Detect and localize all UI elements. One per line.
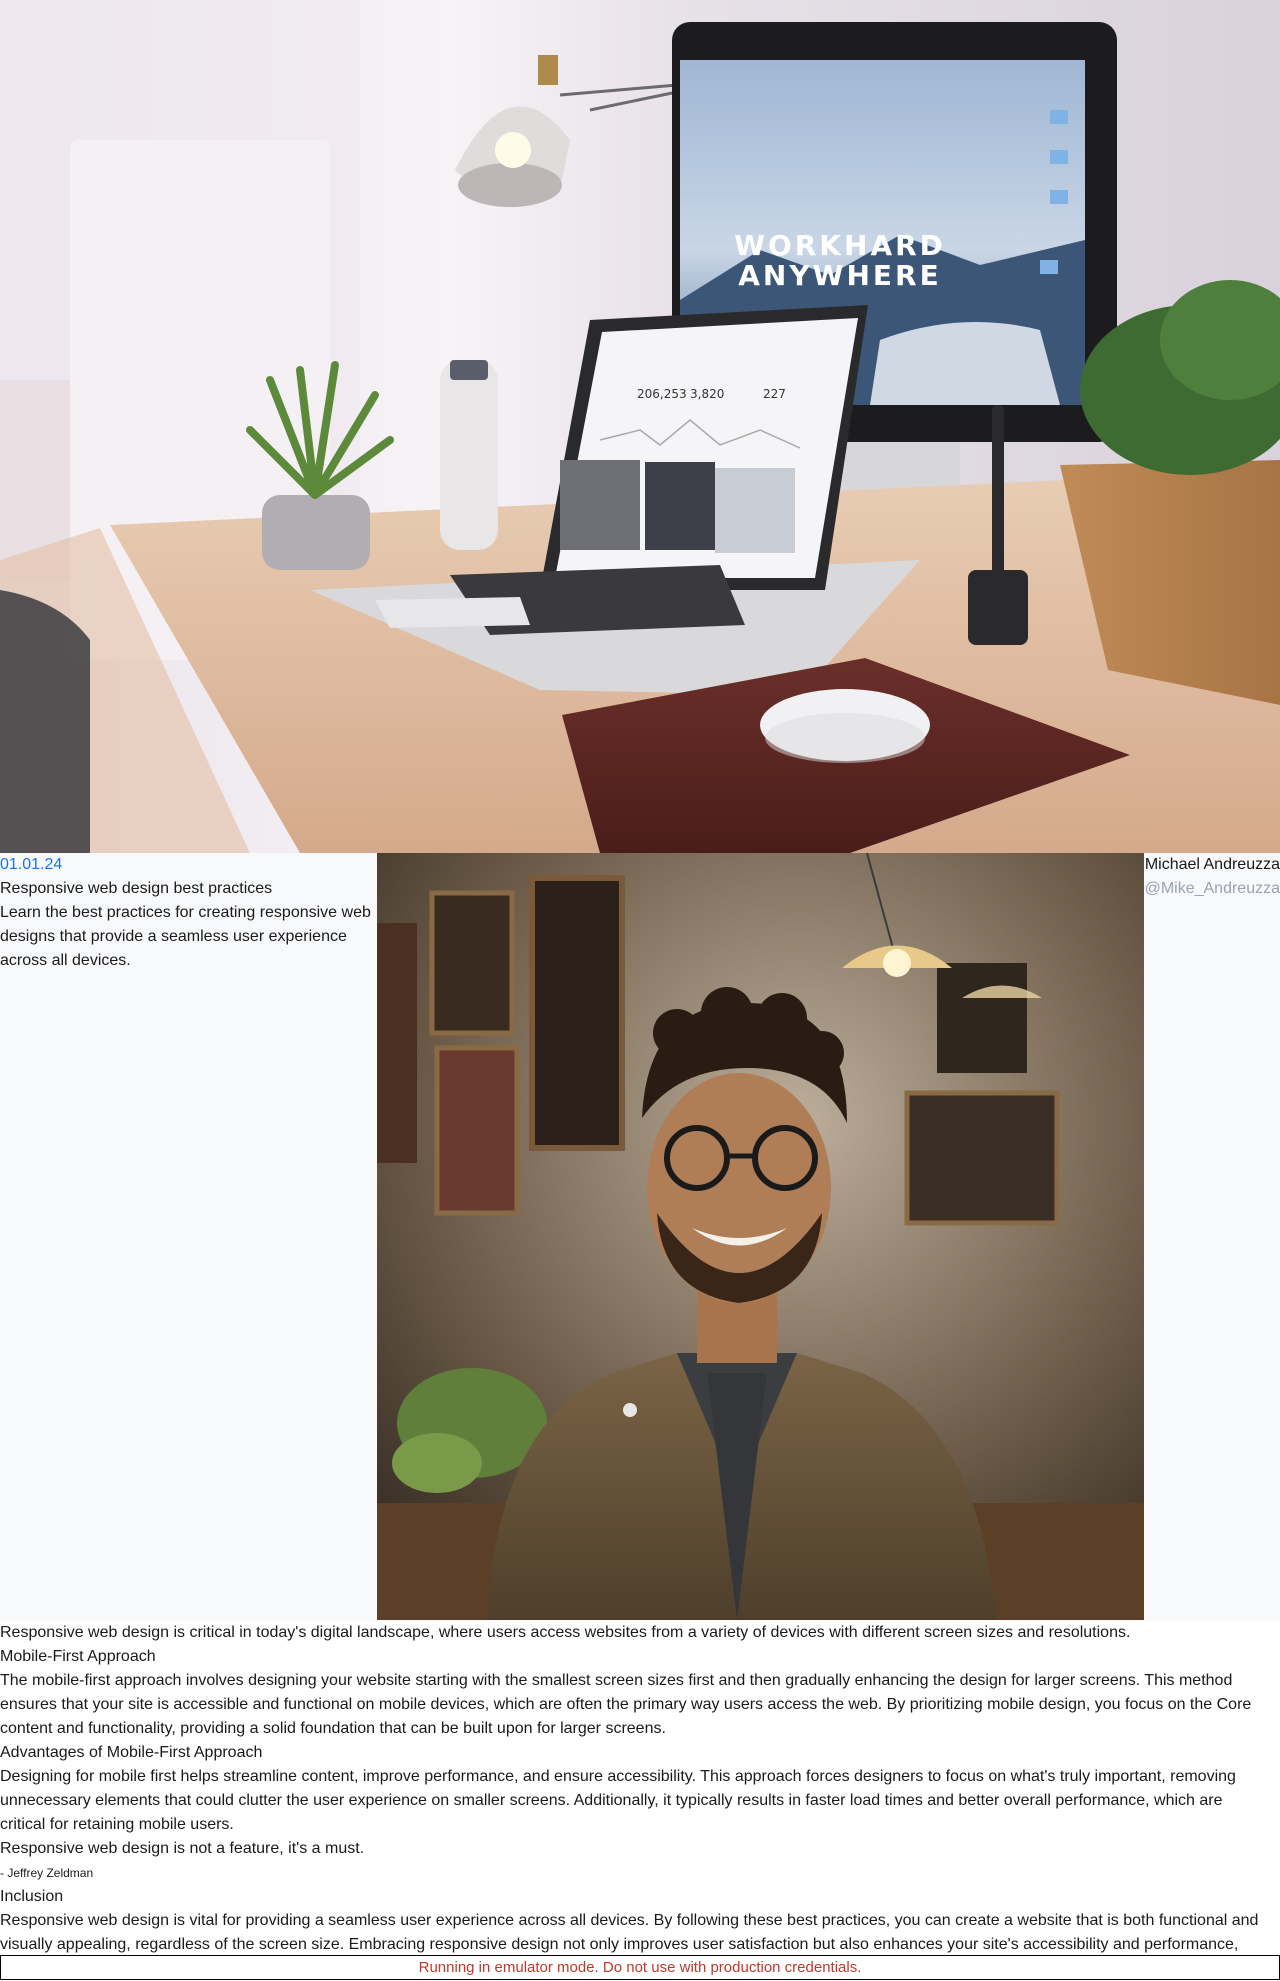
post-date-link[interactable]: 01.01.24 xyxy=(0,853,376,877)
paragraph-inclusion: Responsive web design is vital for provi… xyxy=(0,1912,1259,1953)
laptop-stat-2: 3,820 xyxy=(690,387,724,401)
heading-advantages: Advantages of Mobile-First Approach xyxy=(0,1744,263,1761)
post-meta-section: 01.01.24 Responsive web design best prac… xyxy=(0,853,1280,1621)
heading-inclusion: Inclusion xyxy=(0,1888,64,1905)
post-summary: 01.01.24 Responsive web design best prac… xyxy=(0,853,376,1621)
emulator-warning-banner: Running in emulator mode. Do not use wit… xyxy=(0,1955,1280,1980)
screen-headline-1: WORKHARD xyxy=(734,229,946,262)
author-name[interactable]: Michael Andreuzza xyxy=(1144,853,1280,877)
author-avatar xyxy=(377,853,1144,1620)
paragraph-mobile-first: The mobile-first approach involves desig… xyxy=(0,1672,1252,1737)
post-excerpt: Learn the best practices for creating re… xyxy=(0,904,371,969)
article-body: Responsive web design is critical in tod… xyxy=(0,1621,1272,1953)
author-handle[interactable]: @Mike_Andreuzza xyxy=(1144,877,1280,901)
laptop-stat-1: 206,253 xyxy=(637,387,687,401)
hero-image: WORKHARD ANYWHERE 206,253 3,820 227 xyxy=(0,0,1280,853)
heading-mobile-first: Mobile-First Approach xyxy=(0,1648,156,1665)
screen-headline-2: ANYWHERE xyxy=(738,259,942,292)
post-title: Responsive web design best practices xyxy=(0,880,273,897)
author-info: Michael Andreuzza @Mike_Andreuzza xyxy=(1144,853,1280,901)
laptop-stat-3: 227 xyxy=(763,387,786,401)
pull-quote: Responsive web design is not a feature, … xyxy=(0,1840,365,1857)
article-intro: Responsive web design is critical in tod… xyxy=(0,1624,1131,1641)
quote-author: - Jeffrey Zeldman xyxy=(0,1866,94,1880)
paragraph-advantages: Designing for mobile first helps streaml… xyxy=(0,1768,1236,1833)
